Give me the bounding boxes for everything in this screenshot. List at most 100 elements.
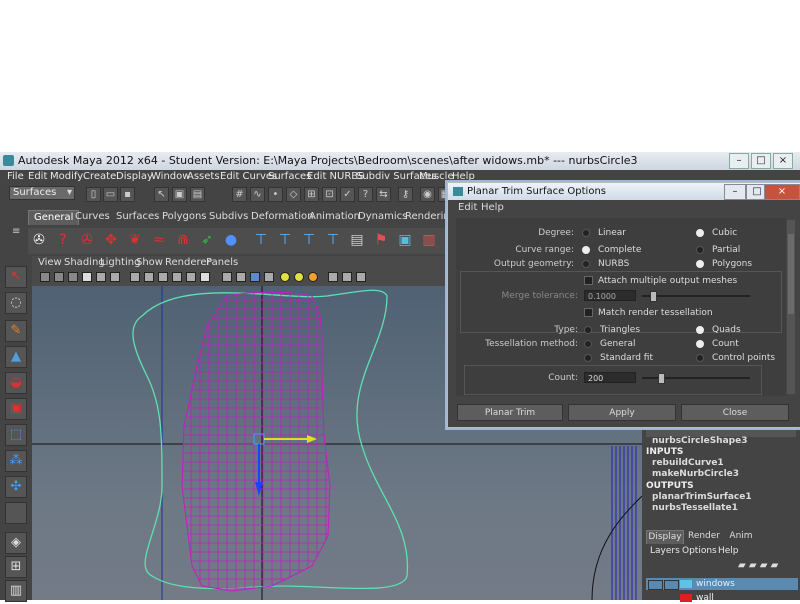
soft-mod-icon[interactable]: ⁂ xyxy=(5,450,27,472)
tess-count-radio[interactable]: Count xyxy=(696,339,739,349)
lock-icon[interactable]: ⚷ xyxy=(398,187,413,202)
menu-assets[interactable]: Assets xyxy=(187,171,220,182)
layer-menu-help[interactable]: Help xyxy=(718,546,739,556)
move-tool-icon[interactable]: ▲ xyxy=(5,346,27,368)
default-light-icon[interactable] xyxy=(280,272,290,282)
output-nurbs-radio[interactable]: NURBS xyxy=(582,259,629,269)
channel-input-node[interactable]: makeNurbCircle3 xyxy=(652,469,739,479)
layer-row[interactable]: wall xyxy=(646,592,798,604)
history-icon[interactable]: ✓ xyxy=(340,187,355,202)
menu-file[interactable]: File xyxy=(7,171,24,182)
merge-tolerance-slider[interactable] xyxy=(642,295,750,297)
rotate-tool-icon[interactable]: ◒ xyxy=(5,372,27,394)
degree-linear-radio[interactable]: Linear xyxy=(582,228,626,238)
menu-surfaces[interactable]: Surfaces xyxy=(268,171,311,182)
menu-help[interactable]: Help xyxy=(452,171,475,182)
attach-multiple-checkbox[interactable]: Attach multiple output meshes xyxy=(584,276,737,286)
merge-tolerance-slider-thumb[interactable] xyxy=(650,291,657,302)
layer-menu-layers[interactable]: Layers xyxy=(650,546,680,556)
sphere-icon[interactable]: ● xyxy=(222,231,240,249)
close-button[interactable]: Close xyxy=(681,404,789,421)
resolution-gate-icon[interactable] xyxy=(158,272,168,282)
manipulator-icon[interactable]: ⬚ xyxy=(5,424,27,446)
magnet-icon[interactable]: ⋒ xyxy=(174,231,192,249)
tess-general-radio[interactable]: General xyxy=(584,339,635,349)
close-window-button[interactable]: × xyxy=(773,153,793,169)
menu-modify[interactable]: Modify xyxy=(50,171,83,182)
two-pane-layout-icon[interactable]: ▥ xyxy=(5,580,27,602)
wireframe-icon[interactable] xyxy=(222,272,232,282)
menu-create[interactable]: Create xyxy=(83,171,116,182)
options-scrollbar[interactable] xyxy=(787,220,795,394)
new-scene-icon[interactable]: ▯ xyxy=(86,187,101,202)
field-chart-icon[interactable] xyxy=(186,272,196,282)
xray-joints-icon[interactable] xyxy=(342,272,352,282)
match-render-checkbox[interactable]: Match render tessellation xyxy=(584,308,713,318)
shadows-icon[interactable] xyxy=(308,272,318,282)
layer-color-swatch[interactable] xyxy=(680,594,692,602)
channel-output-node[interactable]: planarTrimSurface1 xyxy=(652,492,752,502)
help-question-icon[interactable]: ? xyxy=(54,231,72,249)
degree-cubic-radio[interactable]: Cubic xyxy=(696,228,737,238)
all-lights-icon[interactable] xyxy=(294,272,304,282)
smooth-shade-icon[interactable] xyxy=(236,272,246,282)
last-tool-icon[interactable] xyxy=(5,502,27,524)
select-hierarchy-icon[interactable]: ↖ xyxy=(154,187,169,202)
layer-menu-options[interactable]: Options xyxy=(682,546,717,556)
layer-color-swatch[interactable] xyxy=(680,580,692,588)
count-field[interactable]: 200 xyxy=(584,372,636,383)
layer-tab-render[interactable]: Render xyxy=(686,530,722,543)
panel-menu-view[interactable]: View xyxy=(38,257,62,268)
type-triangles-radio[interactable]: Triangles xyxy=(584,325,640,335)
save-scene-icon[interactable]: ▪ xyxy=(120,187,135,202)
dialog-close-button[interactable]: × xyxy=(764,184,800,200)
snap-plane-icon[interactable]: ◇ xyxy=(286,187,301,202)
type-quads-radio[interactable]: Quads xyxy=(696,325,741,335)
safe-action-icon[interactable] xyxy=(200,272,210,282)
count-slider-thumb[interactable] xyxy=(658,373,666,384)
template-toggle[interactable] xyxy=(664,580,679,590)
snap-curve-icon[interactable]: ∿ xyxy=(250,187,265,202)
menu-muscle[interactable]: Muscle xyxy=(419,171,454,182)
select-tool-icon[interactable]: ↖ xyxy=(5,266,27,288)
panel-menu-show[interactable]: Show xyxy=(136,257,163,268)
single-pane-layout-icon[interactable]: ◈ xyxy=(5,532,27,554)
select-object-icon[interactable]: ▣ xyxy=(172,187,187,202)
film-gate-icon[interactable] xyxy=(144,272,154,282)
hierarchy-2-icon[interactable]: ⊤ xyxy=(276,231,294,249)
merge-tolerance-field[interactable]: 0.1000 xyxy=(584,290,636,301)
channel-shape-node[interactable]: nurbsCircleShape3 xyxy=(652,436,747,446)
show-manip-icon[interactable]: ✣ xyxy=(5,476,27,498)
gate-mask-icon[interactable] xyxy=(172,272,182,282)
hierarchy-4-icon[interactable]: ⊤ xyxy=(324,231,342,249)
input-output-icon[interactable]: ? xyxy=(358,187,373,202)
dialog-menu-edit[interactable]: Edit xyxy=(458,202,477,213)
dialog-minimize-button[interactable]: – xyxy=(724,184,746,200)
attribute-icon[interactable]: ⚑ xyxy=(372,231,390,249)
isolate-select-icon[interactable] xyxy=(328,272,338,282)
channel-output-node[interactable]: nurbsTessellate1 xyxy=(652,503,738,513)
construction-history-icon[interactable]: ⇆ xyxy=(376,187,391,202)
menu-window[interactable]: Window xyxy=(151,171,190,182)
channel-input-node[interactable]: rebuildCurve1 xyxy=(652,458,724,468)
lasso-tool-icon[interactable]: ◌ xyxy=(5,292,27,314)
grid-toggle-icon[interactable] xyxy=(130,272,140,282)
planar-trim-button[interactable]: Planar Trim xyxy=(457,404,563,421)
paint-select-icon[interactable]: ✎ xyxy=(5,320,27,342)
tess-control-points-radio[interactable]: Control points xyxy=(696,353,775,363)
arrow-green-icon[interactable]: ➶ xyxy=(198,231,216,249)
camera-attr-icon[interactable] xyxy=(54,272,64,282)
curve-range-partial-radio[interactable]: Partial xyxy=(696,245,740,255)
open-scene-icon[interactable]: ▭ xyxy=(103,187,118,202)
maximize-button[interactable]: □ xyxy=(751,153,771,169)
shelf-tab-curves[interactable]: Curves xyxy=(70,210,115,224)
scale-tool-icon[interactable]: ▣ xyxy=(5,398,27,420)
menuset-dropdown[interactable]: Surfaces ▾ xyxy=(9,186,75,200)
cube-icon[interactable]: ▣ xyxy=(396,231,414,249)
menu-display[interactable]: Display xyxy=(116,171,153,182)
snap-surface-icon[interactable]: ⊞ xyxy=(304,187,319,202)
layer-tab-anim[interactable]: Anim xyxy=(726,530,756,543)
menu-edit[interactable]: Edit xyxy=(28,171,47,182)
output-polygons-radio[interactable]: Polygons xyxy=(696,259,752,269)
hierarchy-3-icon[interactable]: ⊤ xyxy=(300,231,318,249)
